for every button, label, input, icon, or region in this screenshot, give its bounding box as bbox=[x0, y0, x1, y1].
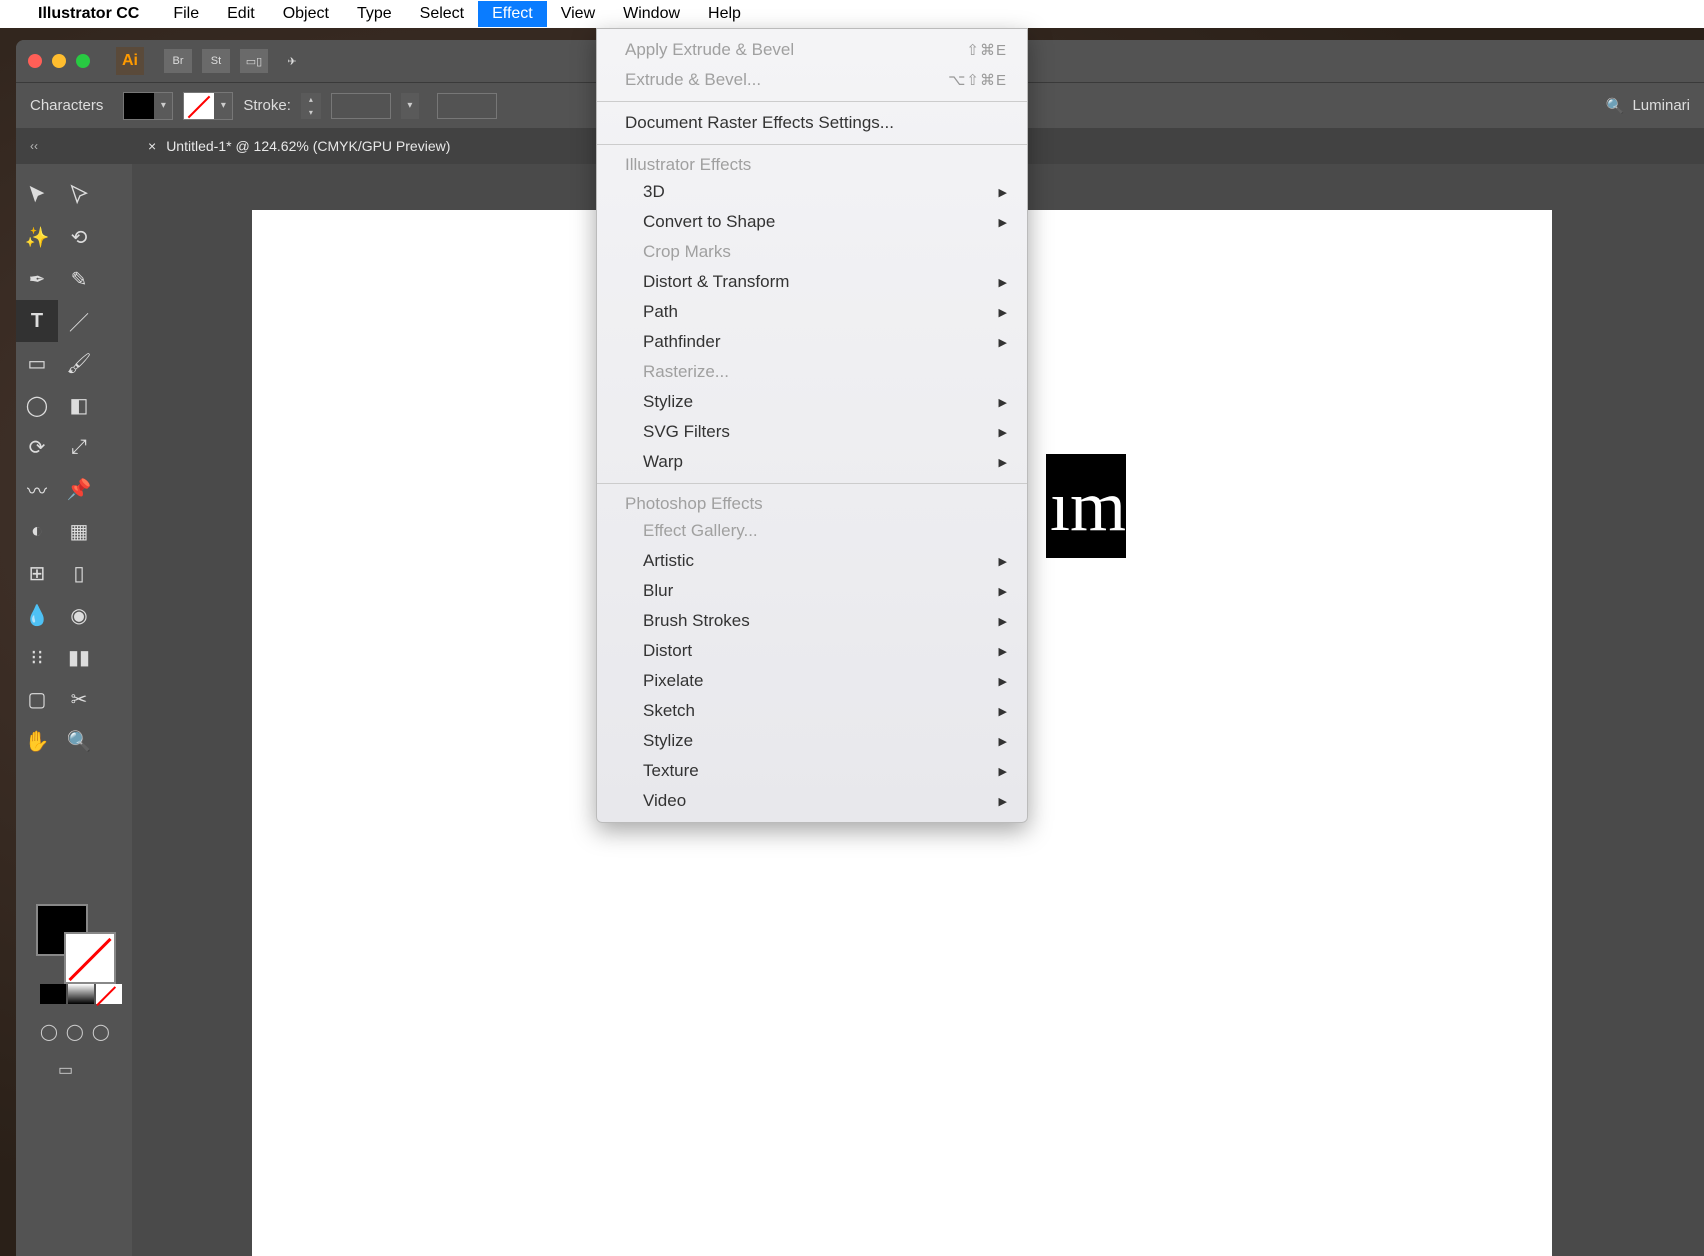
text-object[interactable]: ım bbox=[1046, 454, 1126, 558]
menu-help[interactable]: Help bbox=[694, 1, 755, 27]
menu-svg-filters[interactable]: SVG Filters▶ bbox=[597, 417, 1027, 447]
gradient-tool[interactable]: ▯ bbox=[58, 552, 100, 594]
menu-apply-last-effect: Apply Extrude & Bevel⇧⌘E bbox=[597, 35, 1027, 65]
collapse-panel-icon[interactable]: ‹‹ bbox=[30, 139, 38, 153]
menu-brush-strokes[interactable]: Brush Strokes▶ bbox=[597, 606, 1027, 636]
stroke-weight-stepper[interactable]: ▴▾ bbox=[301, 93, 321, 119]
menu-window[interactable]: Window bbox=[609, 1, 694, 27]
macos-menubar: Illustrator CC File Edit Object Type Sel… bbox=[0, 0, 1704, 28]
menu-rasterize: Rasterize... bbox=[597, 357, 1027, 387]
shape-builder-tool[interactable]: ◐ bbox=[16, 510, 58, 552]
direct-selection-tool[interactable] bbox=[58, 174, 100, 216]
menu-doc-raster-settings[interactable]: Document Raster Effects Settings... bbox=[597, 108, 1027, 138]
magic-wand-tool[interactable]: ✨ bbox=[16, 216, 58, 258]
search-icon: 🔍 bbox=[1606, 97, 1625, 115]
font-search[interactable]: 🔍 Luminari bbox=[1606, 97, 1690, 115]
stock-button[interactable]: St bbox=[202, 49, 230, 73]
menu-path[interactable]: Path▶ bbox=[597, 297, 1027, 327]
menu-effect[interactable]: Effect bbox=[478, 1, 547, 27]
menu-crop-marks: Crop Marks bbox=[597, 237, 1027, 267]
zoom-window-icon[interactable] bbox=[76, 54, 90, 68]
curvature-tool[interactable]: ✎ bbox=[58, 258, 100, 300]
menu-blur[interactable]: Blur▶ bbox=[597, 576, 1027, 606]
menu-texture[interactable]: Texture▶ bbox=[597, 756, 1027, 786]
menu-distort-transform[interactable]: Distort & Transform▶ bbox=[597, 267, 1027, 297]
menu-sketch[interactable]: Sketch▶ bbox=[597, 696, 1027, 726]
illustrator-logo-icon: Ai bbox=[116, 47, 144, 75]
gradient-mode-icon[interactable] bbox=[68, 984, 94, 1004]
symbol-sprayer-tool[interactable]: ⁝⁝ bbox=[16, 636, 58, 678]
app-name[interactable]: Illustrator CC bbox=[38, 5, 139, 23]
paintbrush-tool[interactable]: 🖌 bbox=[58, 342, 100, 384]
mesh-tool[interactable]: ⊞ bbox=[16, 552, 58, 594]
menu-artistic[interactable]: Artistic▶ bbox=[597, 546, 1027, 576]
color-mode-icon[interactable] bbox=[40, 984, 66, 1004]
zoom-tool[interactable]: 🔍 bbox=[58, 720, 100, 762]
column-graph-tool[interactable]: ▮▮ bbox=[58, 636, 100, 678]
menu-edit[interactable]: Edit bbox=[213, 1, 269, 27]
menu-pixelate[interactable]: Pixelate▶ bbox=[597, 666, 1027, 696]
illustrator-effects-header: Illustrator Effects bbox=[597, 151, 1027, 177]
rotate-tool[interactable]: ⟳ bbox=[16, 426, 58, 468]
width-tool[interactable]: 〰 bbox=[16, 468, 58, 510]
menu-last-effect: Extrude & Bevel...⌥⇧⌘E bbox=[597, 65, 1027, 95]
close-window-icon[interactable] bbox=[28, 54, 42, 68]
artboard-tool[interactable]: ▢ bbox=[16, 678, 58, 720]
menu-warp[interactable]: Warp▶ bbox=[597, 447, 1027, 477]
screen-mode-icon[interactable]: ▭ bbox=[58, 1060, 73, 1080]
selection-tool[interactable] bbox=[16, 174, 58, 216]
effect-menu-dropdown: Apply Extrude & Bevel⇧⌘E Extrude & Bevel… bbox=[596, 28, 1028, 823]
lasso-tool[interactable]: ⟲ bbox=[58, 216, 100, 258]
shaper-tool[interactable]: ◯ bbox=[16, 384, 58, 426]
menu-video[interactable]: Video▶ bbox=[597, 786, 1027, 816]
hand-tool[interactable]: ✋ bbox=[16, 720, 58, 762]
line-segment-tool[interactable]: ／ bbox=[58, 300, 100, 342]
menu-object[interactable]: Object bbox=[269, 1, 343, 27]
stroke-profile-dropdown[interactable]: ▾ bbox=[401, 93, 419, 119]
fill-swatch[interactable]: ▾ bbox=[123, 92, 173, 120]
none-mode-icon[interactable] bbox=[96, 984, 122, 1004]
window-controls bbox=[28, 54, 90, 68]
control-mode-label: Characters bbox=[30, 97, 103, 114]
free-transform-tool[interactable]: 📌 bbox=[58, 468, 100, 510]
eyedropper-tool[interactable]: 💧 bbox=[16, 594, 58, 636]
rectangle-tool[interactable]: ▭ bbox=[16, 342, 58, 384]
menu-pathfinder[interactable]: Pathfinder▶ bbox=[597, 327, 1027, 357]
menu-type[interactable]: Type bbox=[343, 1, 406, 27]
menu-distort-ps[interactable]: Distort▶ bbox=[597, 636, 1027, 666]
document-tab[interactable]: × Untitled-1* @ 124.62% (CMYK/GPU Preview… bbox=[148, 138, 450, 154]
menu-file[interactable]: File bbox=[159, 1, 213, 27]
pen-tool[interactable]: ✒ bbox=[16, 258, 58, 300]
menu-stylize-ai[interactable]: Stylize▶ bbox=[597, 387, 1027, 417]
arrange-documents-icon[interactable]: ▭▯ bbox=[240, 49, 268, 73]
draw-behind-icon[interactable]: ◯ bbox=[66, 1022, 84, 1042]
type-tool[interactable]: T bbox=[16, 300, 58, 342]
slice-tool[interactable]: ✂ bbox=[58, 678, 100, 720]
minimize-window-icon[interactable] bbox=[52, 54, 66, 68]
close-tab-icon[interactable]: × bbox=[148, 138, 156, 154]
menu-select[interactable]: Select bbox=[406, 1, 478, 27]
photoshop-effects-header: Photoshop Effects bbox=[597, 490, 1027, 516]
menu-3d[interactable]: 3D▶ bbox=[597, 177, 1027, 207]
stroke-weight-field[interactable] bbox=[331, 93, 391, 119]
draw-normal-icon[interactable]: ◯ bbox=[40, 1022, 58, 1042]
menu-convert-to-shape[interactable]: Convert to Shape▶ bbox=[597, 207, 1027, 237]
blend-tool[interactable]: ◉ bbox=[58, 594, 100, 636]
stroke-proxy[interactable] bbox=[64, 932, 116, 984]
document-tab-title: Untitled-1* @ 124.62% (CMYK/GPU Preview) bbox=[166, 138, 450, 154]
bridge-button[interactable]: Br bbox=[164, 49, 192, 73]
menu-effect-gallery: Effect Gallery... bbox=[597, 516, 1027, 546]
stroke-label: Stroke: bbox=[243, 97, 291, 114]
menu-view[interactable]: View bbox=[547, 1, 609, 27]
stroke-swatch[interactable]: ▾ bbox=[183, 92, 233, 120]
scale-tool[interactable]: ⤢ bbox=[58, 426, 100, 468]
brush-definition-field[interactable] bbox=[437, 93, 497, 119]
tools-panel: ✨ ⟲ ✒ ✎ T ／ ▭ 🖌 ◯ ◧ ⟳ ⤢ bbox=[16, 164, 132, 1256]
perspective-grid-tool[interactable]: ▦ bbox=[58, 510, 100, 552]
eraser-tool[interactable]: ◧ bbox=[58, 384, 100, 426]
draw-inside-icon[interactable]: ◯ bbox=[92, 1022, 110, 1042]
font-search-value: Luminari bbox=[1632, 97, 1690, 114]
menu-stylize-ps[interactable]: Stylize▶ bbox=[597, 726, 1027, 756]
gpu-preview-icon[interactable]: ✈ bbox=[278, 49, 306, 73]
